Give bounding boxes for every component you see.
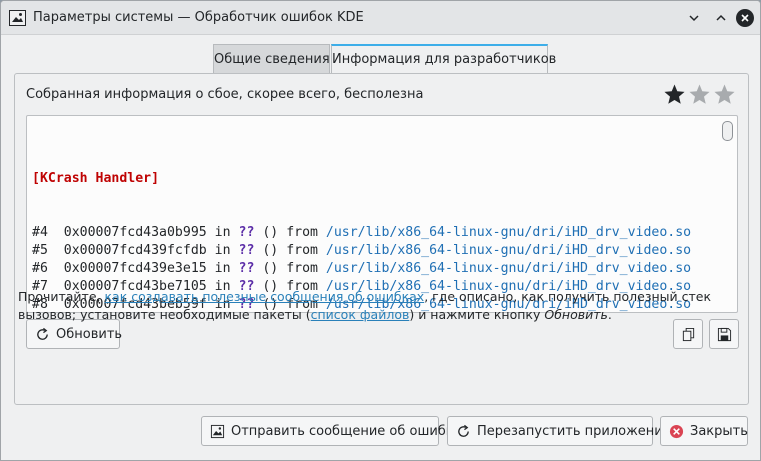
frame-addr: 0x00007fcd43a0b995 [63, 225, 207, 240]
frame-func: ?? [238, 243, 255, 258]
close-button[interactable]: Закрыть [660, 416, 748, 446]
frame-args: () [262, 225, 279, 240]
refresh-button-label: Обновить [56, 326, 123, 342]
usefulness-caption: Собранная информация о сбое, скорее всег… [26, 87, 424, 102]
close-button-label: Закрыть [690, 423, 748, 439]
report-bug-button[interactable]: Отправить сообщение об ошибке [201, 416, 462, 446]
restart-app-label: Перезапустить приложение [477, 423, 671, 439]
maximize-chevron-up-icon[interactable] [712, 9, 730, 27]
frame-func: ?? [238, 225, 255, 240]
chevron-down-icon[interactable] [685, 9, 703, 27]
window-title: Параметры системы — Обработчик ошибок KD… [33, 10, 364, 25]
window-close-icon[interactable] [736, 9, 754, 27]
frame-in: in [214, 225, 231, 240]
backtrace-frame: #6 0x00007fcd439e3e15 in ?? () from /usr… [32, 260, 691, 278]
frame-lib: /usr/lib/x86_64-linux-gnu/dri/iHD_drv_vi… [325, 243, 692, 258]
report-bug-label: Отправить сообщение об ошибке [231, 423, 462, 439]
title-bar[interactable]: Параметры системы — Обработчик ошибок KD… [1, 1, 760, 35]
app-bug-icon [9, 10, 26, 26]
frame-lib: /usr/lib/x86_64-linux-gnu/dri/iHD_drv_vi… [325, 225, 692, 240]
refresh-icon [37, 327, 48, 340]
tab-general-info[interactable]: Общие сведения [213, 44, 330, 74]
star-empty-icon [714, 84, 735, 104]
star-filled-icon [664, 84, 685, 104]
frame-lib: /usr/lib/x86_64-linux-gnu/dri/iHD_drv_vi… [325, 261, 692, 276]
report-bug-icon [210, 424, 225, 438]
backtrace-text: [KCrash Handler] #4 0x00007fcd43a0b995 i… [32, 134, 691, 312]
frame-in: in [214, 243, 231, 258]
backtrace-frame: #5 0x00007fcd439fcfdb in ?? () from /usr… [32, 242, 691, 260]
restart-app-button[interactable]: Перезапустить приложение [447, 416, 671, 446]
usefulness-rating [663, 83, 736, 107]
frame-from: from [286, 225, 318, 240]
crash-handler-window: Параметры системы — Обработчик ошибок KD… [0, 0, 761, 461]
frame-from: from [286, 261, 318, 276]
copy-icon [682, 327, 694, 341]
tab-developer-info[interactable]: Информация для разработчиков [331, 44, 556, 74]
frame-from: from [286, 243, 318, 258]
save-icon [717, 327, 731, 341]
frame-num: #5 [32, 243, 48, 258]
restart-icon [458, 424, 469, 437]
developer-info-panel: Собранная информация о сбое, скорее всег… [14, 73, 749, 405]
frame-addr: 0x00007fcd439fcfdb [63, 243, 207, 258]
backtrace-frame: #4 0x00007fcd43a0b995 in ?? () from /usr… [32, 224, 691, 242]
star-empty-icon [689, 84, 710, 104]
frame-func: ?? [238, 261, 255, 276]
help-text: Прочитайте, как создавать полезные сообщ… [18, 289, 712, 322]
frame-in: in [214, 261, 231, 276]
frame-addr: 0x00007fcd439e3e15 [63, 261, 207, 276]
file-list-link[interactable]: список файлов [311, 307, 410, 322]
frame-num: #6 [32, 261, 48, 276]
close-icon [669, 424, 684, 438]
frame-num: #4 [32, 225, 48, 240]
frame-args: () [262, 243, 279, 258]
backtrace-view[interactable]: [KCrash Handler] #4 0x00007fcd43a0b995 i… [26, 115, 738, 313]
frame-args: () [262, 261, 279, 276]
howto-bug-reports-link[interactable]: как создавать полезные сообщения об ошиб… [104, 289, 424, 304]
scrollbar-handle[interactable] [722, 121, 733, 141]
kcrash-header: [KCrash Handler] [32, 171, 160, 186]
